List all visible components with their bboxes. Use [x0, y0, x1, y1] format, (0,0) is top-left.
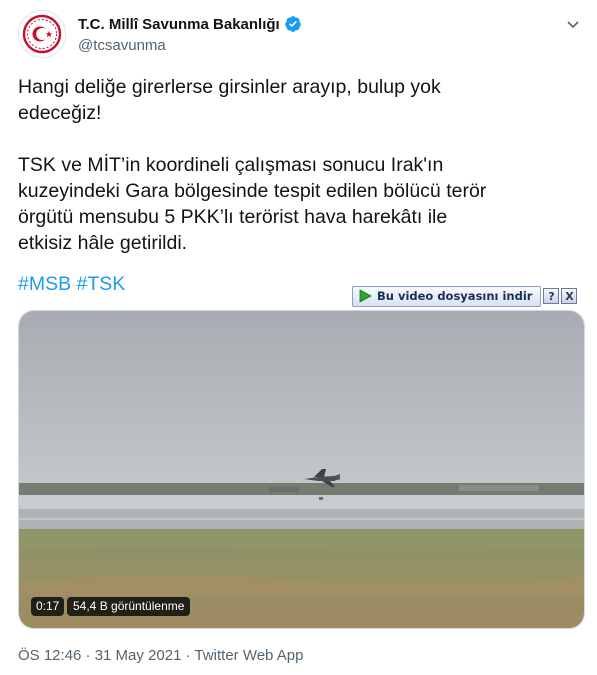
hashtag-list: #MSB #TSK	[18, 271, 125, 297]
tweet-line: etkisiz hâle getirildi.	[18, 232, 188, 254]
avatar[interactable]	[18, 10, 66, 58]
video-frame	[19, 311, 584, 628]
download-close-button[interactable]: X	[561, 288, 578, 304]
tweet-line: örgütü mensubu 5 PKK’lı terörist hava ha…	[18, 206, 448, 228]
tweet-line: TSK ve MİT’in koordineli çalışması sonuc…	[18, 154, 444, 176]
turkish-armed-forces-emblem-icon	[22, 14, 62, 54]
hashtag-msb[interactable]: #MSB	[18, 273, 71, 295]
video-views-badge: 54,4 B görüntülenme	[67, 597, 191, 616]
tweet-text: Hangi deliğe girerlerse girsinler arayıp…	[18, 74, 583, 256]
chevron-down-icon	[567, 21, 579, 29]
display-name[interactable]: T.C. Millî Savunma Bakanlığı	[78, 16, 280, 33]
download-video-button[interactable]: Bu video dosyasını indir	[352, 285, 542, 307]
video-download-toolbar: Bu video dosyasını indir ? X	[352, 285, 578, 307]
green-play-icon	[359, 289, 372, 303]
video-player[interactable]: 0:17 54,4 B görüntülenme	[18, 310, 585, 629]
verified-badge-icon	[284, 16, 301, 32]
tweet-line: Hangi deliğe girerlerse girsinler arayıp…	[18, 76, 441, 98]
video-time-badge: 0:17	[31, 597, 65, 616]
sky	[19, 311, 584, 489]
hashtag-tsk[interactable]: #TSK	[77, 273, 126, 295]
more-options-button[interactable]	[563, 14, 583, 34]
apron	[19, 495, 584, 509]
tweet-header: T.C. Millî Savunma Bakanlığı @tcsavunma	[18, 10, 583, 58]
tweet-line: kuzeyindeki Gara bölgesinde tespit edile…	[18, 180, 487, 202]
tweet-line: edeceğiz!	[18, 102, 102, 124]
download-help-button[interactable]: ?	[543, 288, 560, 304]
tweet-meta[interactable]: ÖS 12:46 · 31 May 2021 · Twitter Web App	[18, 647, 303, 664]
account-handle[interactable]: @tcsavunma	[78, 37, 166, 54]
download-video-label: Bu video dosyasını indir	[377, 289, 533, 303]
